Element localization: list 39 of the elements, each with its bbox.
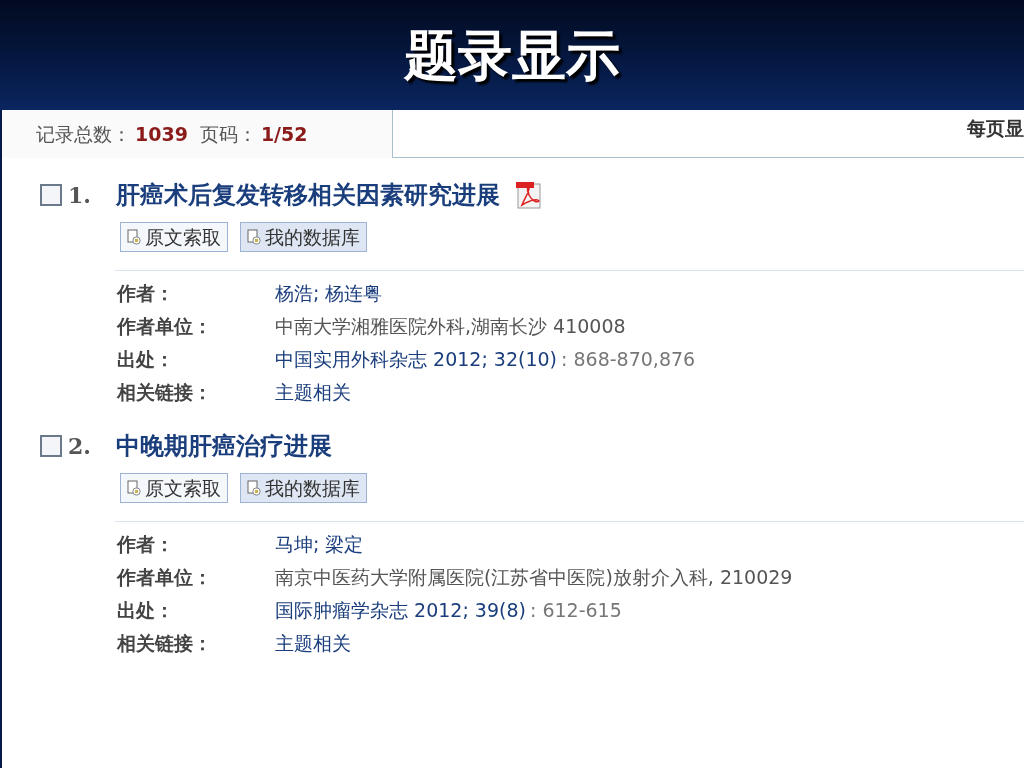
field-value: 中南大学湘雅医院外科,湖南长沙 410008: [275, 315, 626, 338]
page-range: : 612-615: [529, 598, 622, 624]
source-link[interactable]: 中国实用外科杂志 2012; 32(10): [275, 345, 557, 374]
per-page-label: 每页显: [967, 116, 1024, 141]
field-label: 作者：: [117, 532, 175, 558]
record-checkbox[interactable]: [40, 435, 62, 457]
summary-label: 记录总数：: [36, 121, 131, 147]
field-link[interactable]: 杨浩; 杨连粤: [275, 282, 383, 305]
field-label: 出处：: [117, 598, 175, 624]
document-icon: [127, 229, 141, 245]
field-label: 相关链接：: [117, 380, 213, 406]
action-button[interactable]: 原文索取: [120, 222, 228, 252]
record-count: 1039: [135, 121, 188, 147]
field-label: 出处：: [117, 347, 175, 373]
source-link[interactable]: 国际肿瘤学杂志 2012; 39(8): [275, 596, 526, 625]
action-button[interactable]: 原文索取: [120, 473, 228, 503]
field-link[interactable]: 主题相关: [275, 632, 351, 655]
record-number: 1.: [68, 180, 92, 210]
action-button[interactable]: 我的数据库: [240, 473, 367, 503]
document-icon: [247, 480, 261, 496]
record-checkbox[interactable]: [40, 184, 62, 206]
slide-title: 题录显示: [404, 21, 620, 89]
record-title[interactable]: 中晚期肝癌治疗进展: [116, 428, 332, 464]
record-number: 2.: [68, 431, 92, 461]
document-icon: [127, 480, 141, 496]
field-link[interactable]: 主题相关: [275, 381, 351, 404]
summary-label: 页码：: [199, 121, 257, 147]
pdf-icon[interactable]: [514, 181, 544, 209]
page-number: 1/52: [260, 121, 308, 147]
field-label: 作者：: [117, 281, 175, 307]
field-label: 作者单位：: [117, 565, 213, 591]
record-title[interactable]: 肝癌术后复发转移相关因素研究进展: [116, 177, 500, 213]
action-button[interactable]: 我的数据库: [240, 222, 367, 252]
document-icon: [247, 229, 261, 245]
page-range: : 868-870,876: [561, 347, 696, 373]
field-label: 作者单位：: [117, 314, 213, 340]
field-link[interactable]: 马坤; 梁定: [275, 533, 364, 556]
field-label: 相关链接：: [117, 631, 213, 657]
field-value: 南京中医药大学附属医院(江苏省中医院)放射介入科, 210029: [275, 566, 793, 589]
